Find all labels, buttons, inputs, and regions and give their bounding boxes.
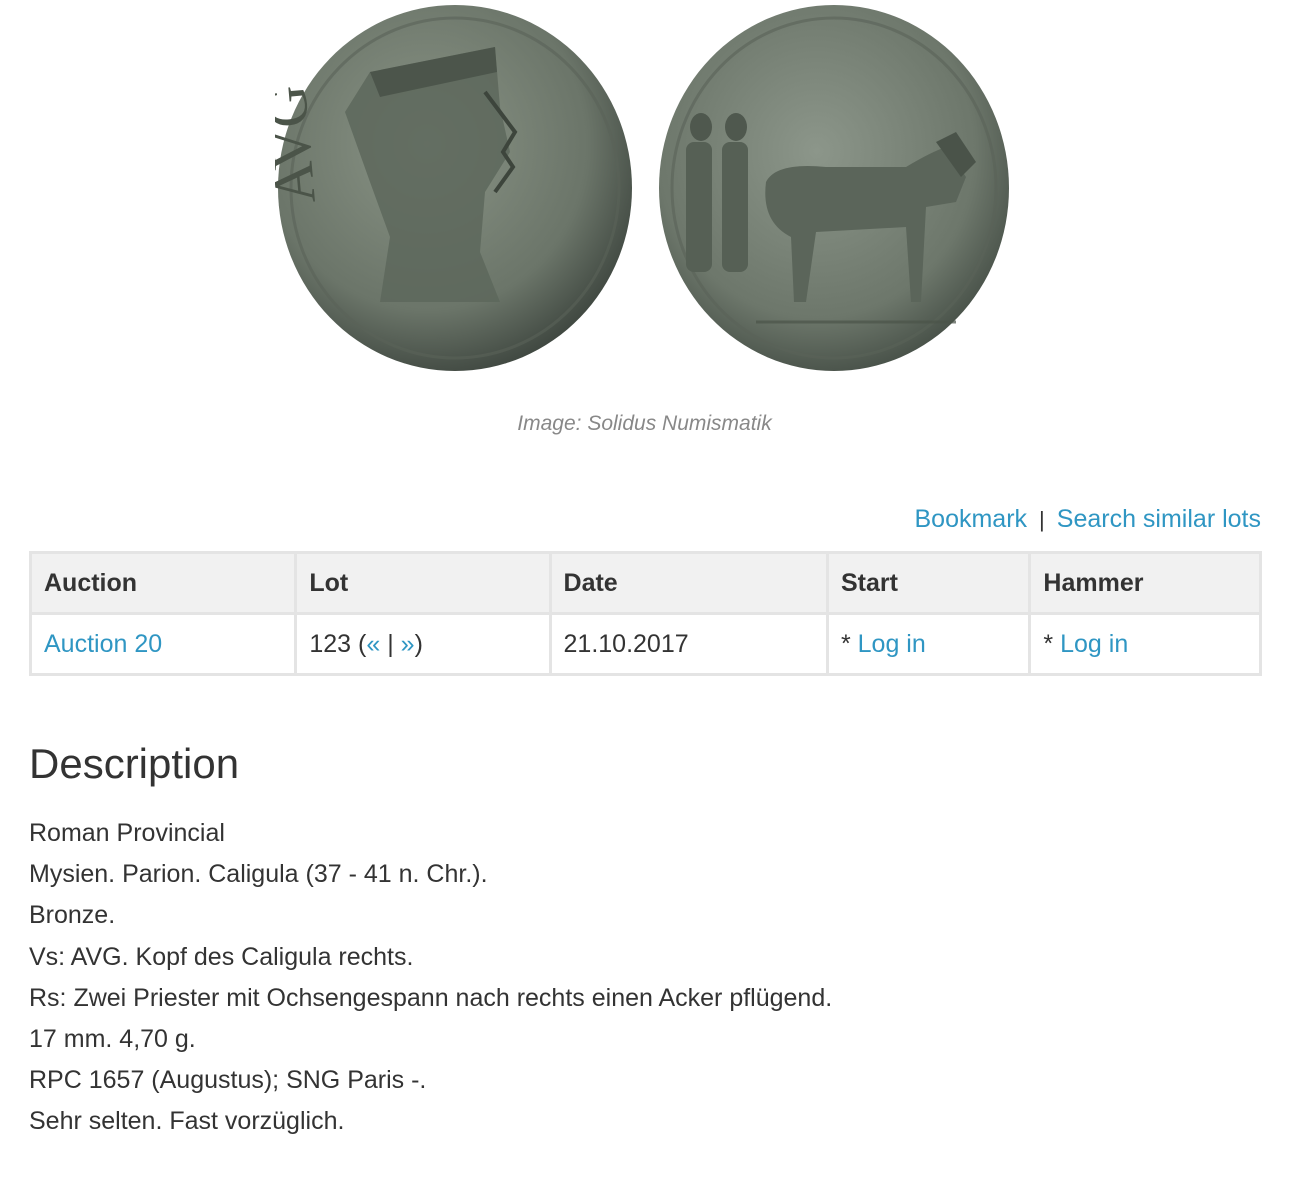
description-line: Mysien. Parion. Caligula (37 - 41 n. Chr… [29, 860, 488, 889]
hammer-prefix: * [1043, 629, 1054, 658]
table-header-row: Auction Lot Date Start Hammer [28, 551, 1262, 615]
start-login-link[interactable]: Log in [858, 630, 926, 658]
header-date: Date [548, 551, 829, 615]
cell-date: 21.10.2017 [548, 612, 829, 676]
coin-obverse-image[interactable]: AVG [275, 2, 637, 374]
image-caption: Image: Solidus Numismatik [517, 412, 772, 435]
description-line: RPC 1657 (Augustus); SNG Paris -. [29, 1066, 427, 1095]
lot-nav-close: ) [414, 629, 423, 658]
description-line: Roman Provincial [29, 819, 225, 847]
header-hammer: Hammer [1028, 551, 1262, 615]
coin-reverse-image[interactable] [656, 2, 1014, 374]
cell-auction: Auction 20 [28, 612, 298, 676]
description-heading: Description [29, 740, 240, 787]
description-line: Rs: Zwei Priester mit Ochsengespann nach… [29, 983, 833, 1012]
lot-number: 123 [309, 629, 352, 658]
search-similar-lots-link[interactable]: Search similar lots [1057, 505, 1261, 533]
cell-start: * Log in [825, 612, 1032, 676]
description-text: Roman Provincial Mysien. Parion. Caligul… [29, 813, 832, 1143]
coin-images: AVG [0, 0, 1289, 400]
description-line: Vs: AVG. Kopf des Caligula rechts. [29, 942, 414, 971]
description-line: Sehr selten. Fast vorzüglich. [29, 1107, 345, 1136]
table-row: Auction 20 123 (« | ») 21.10.2017 * Log … [28, 612, 1262, 676]
cell-lot: 123 (« | ») [294, 612, 552, 676]
lot-info-table: Auction Lot Date Start Hammer Auction 20… [28, 551, 1262, 676]
cell-hammer: * Log in [1028, 612, 1262, 676]
actions-separator: | [1039, 507, 1045, 532]
auction-link[interactable]: Auction 20 [44, 630, 162, 658]
description-line: Bronze. [29, 901, 116, 930]
lot-nav-separator: | [387, 629, 394, 658]
header-lot: Lot [294, 551, 552, 615]
header-start: Start [825, 551, 1032, 615]
previous-lot-link[interactable]: « [366, 630, 380, 658]
bookmark-link[interactable]: Bookmark [915, 505, 1028, 533]
hammer-login-link[interactable]: Log in [1060, 630, 1128, 658]
description-line: 17 mm. 4,70 g. [29, 1025, 196, 1054]
next-lot-link[interactable]: » [401, 630, 415, 658]
lot-actions: Bookmark | Search similar lots [915, 505, 1262, 534]
start-prefix: * [840, 629, 851, 658]
header-auction: Auction [28, 551, 298, 615]
